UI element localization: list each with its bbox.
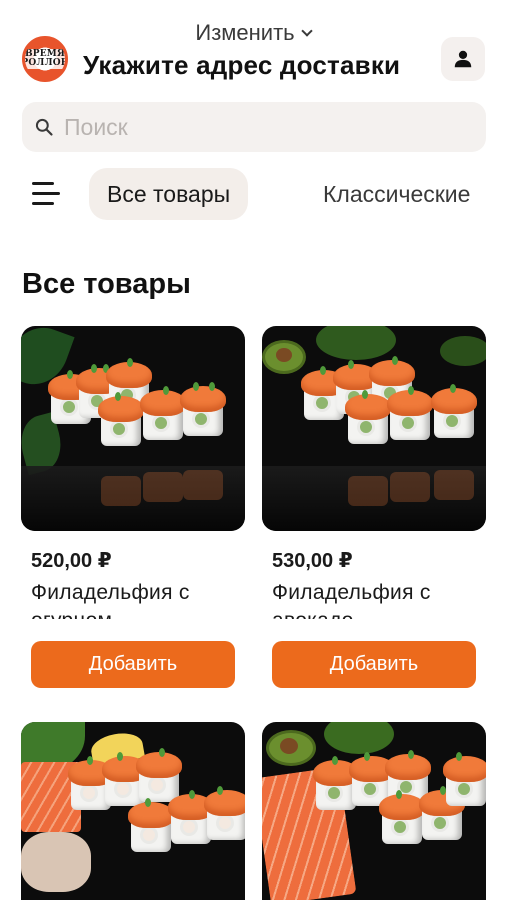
product-card[interactable]: 520,00 ₽ Филадельфия с огурцом Добавить	[21, 326, 245, 688]
change-address-link[interactable]: Изменить	[0, 20, 506, 46]
product-image	[21, 326, 245, 531]
product-name: Филадельфия с огурцом	[31, 581, 190, 619]
product-card[interactable]	[262, 722, 486, 900]
product-name: Филадельфия с авокадо	[272, 581, 431, 619]
search-input[interactable]	[64, 113, 464, 141]
menu-icon[interactable]	[32, 182, 60, 206]
product-card[interactable]	[21, 722, 245, 900]
product-image	[21, 722, 245, 900]
product-image	[262, 326, 486, 531]
profile-button[interactable]	[441, 37, 485, 81]
product-image	[262, 722, 486, 900]
product-price: 520,00 ₽	[31, 550, 112, 572]
chevron-down-icon	[300, 25, 313, 37]
add-to-cart-button[interactable]: Добавить	[31, 641, 235, 688]
section-title: Все товары	[22, 268, 191, 300]
tab-classic[interactable]: Классические	[305, 168, 488, 220]
category-tabs: Все товары Классические	[0, 168, 506, 222]
logo-text: ВРЕМЯ РОЛЛОВ	[25, 49, 65, 69]
delivery-address[interactable]: Укажите адрес доставки	[83, 50, 400, 81]
search-bar[interactable]	[22, 102, 486, 152]
search-icon	[35, 118, 53, 136]
product-card[interactable]: 530,00 ₽ Филадельфия с авокадо Добавить	[262, 326, 486, 688]
add-to-cart-button[interactable]: Добавить	[272, 641, 476, 688]
tab-all-products[interactable]: Все товары	[89, 168, 249, 220]
product-price: 530,00 ₽	[272, 550, 353, 572]
user-icon	[454, 50, 472, 68]
header: ВРЕМЯ РОЛЛОВ Изменить Укажите адрес доста…	[0, 0, 506, 100]
change-label: Изменить	[195, 20, 295, 45]
